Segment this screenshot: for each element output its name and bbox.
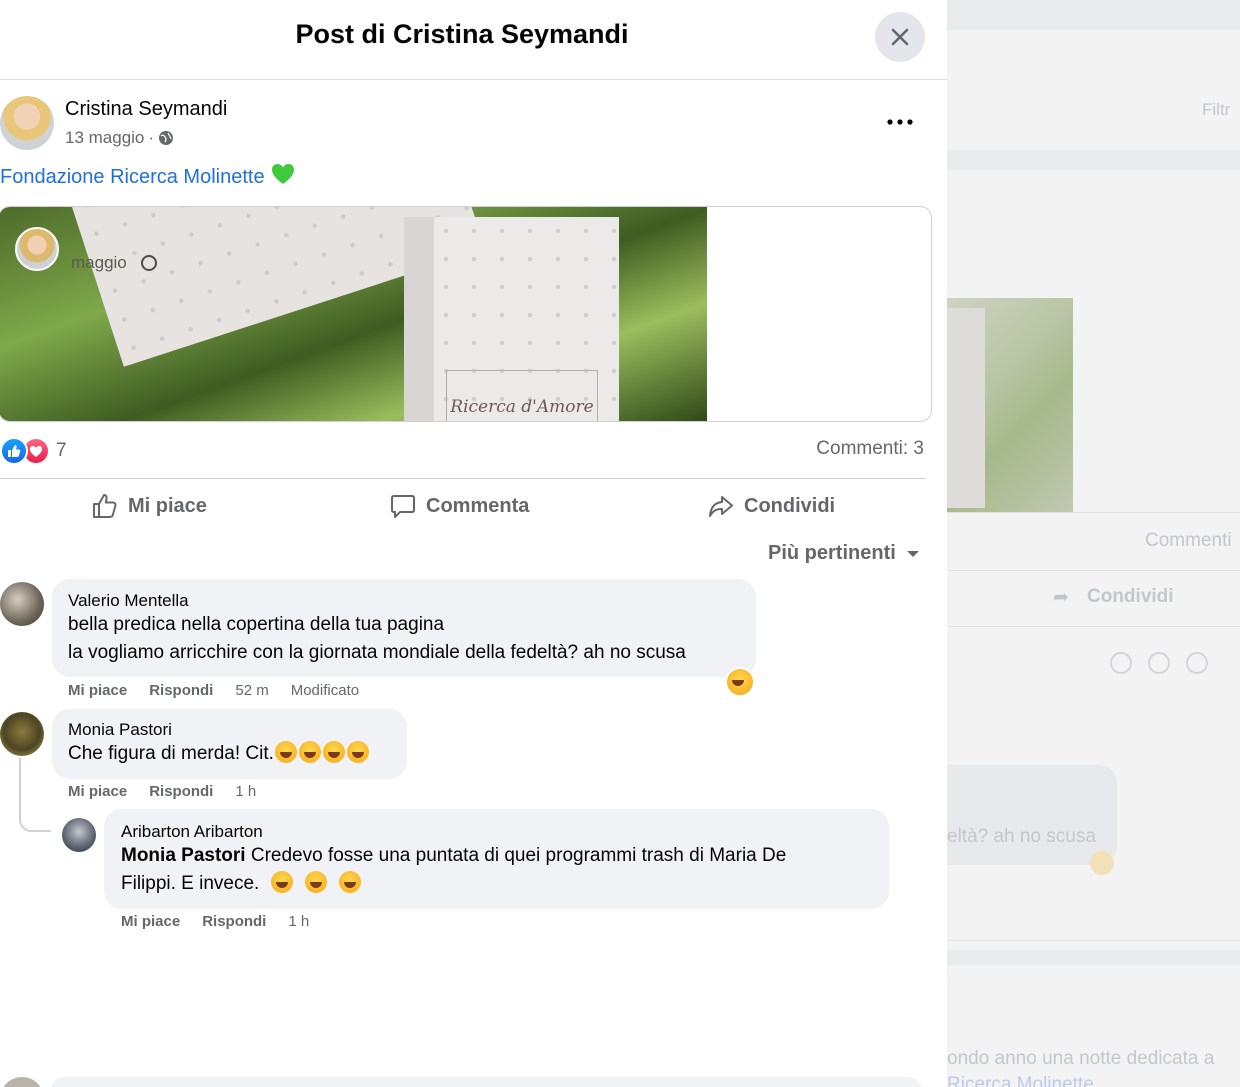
comment-sort-dropdown[interactable]: Più pertinenti [768,542,920,565]
like-button[interactable]: Mi piace [92,493,207,519]
reactions-summary[interactable]: 7 [0,437,67,465]
bg-comment-fragment: eltà? ah no scusa [947,826,1096,847]
post-modal: Post di Cristina Seymandi Cristina Seyma… [0,0,947,1087]
comment-like-link[interactable]: Mi piace [68,682,127,699]
background-feed: Filtr Commenti Condividi ➦ eltà? ah no s… [947,0,1240,1087]
comment-text-line: bella predica nella copertina della tua … [68,614,445,635]
close-icon [891,28,909,46]
comment-like-link[interactable]: Mi piace [68,783,127,800]
comment-edited-label: Modificato [290,682,360,699]
current-user-avatar [0,1077,44,1087]
bg-filter-text: Filtr [1202,100,1231,119]
bg-emoji [1090,851,1114,875]
more-icon [887,119,913,125]
reply-text-content: Filippi. E invece. [121,873,260,894]
shared-post-card[interactable]: Ricerca d'Amore maggio [0,206,932,422]
share-icon [709,496,733,517]
laughing-tears-emoji-icon [274,741,297,763]
bg-emoji-icon [1110,652,1132,674]
post-meta: 13 maggio · [65,128,174,148]
shared-meta: maggio [71,253,157,273]
bg-share-icon: ➦ [1053,587,1069,608]
comment-time[interactable]: 1 h [235,783,256,800]
like-button-label: Mi piace [128,494,207,517]
comments-count[interactable]: Commenti: 3 [816,438,924,460]
shared-post-photo[interactable]: Ricerca d'Amore maggio [0,207,707,421]
bg-card-top [947,30,1240,150]
comment-button[interactable]: Commenta [390,493,529,519]
comment-text-content: Che figura di merda! Cit. [68,743,274,764]
caret-down-icon [906,550,919,557]
bg-gif-icon [1186,652,1208,674]
comment-input-box[interactable] [50,1077,922,1087]
comment-button-label: Commenta [426,494,530,517]
bg-link-fragment: Ricerca Molinette [947,1074,1094,1087]
comment-icon [391,495,415,518]
commenter-name[interactable]: Aribarton Aribarton [121,822,263,842]
reply-time[interactable]: 1 h [288,913,309,930]
modal-header: Post di Cristina Seymandi [0,0,947,80]
post-date[interactable]: 13 maggio [65,128,144,148]
post-actions-bar: Mi piace Commenta Condividi [0,478,926,536]
post-text-link[interactable]: Fondazione Ricerca Molinette [0,166,265,189]
commenter-name[interactable]: Valerio Mentella [68,591,189,611]
comment-time[interactable]: 52 m [235,682,268,699]
bg-post-photo [947,298,1073,512]
thumbs-up-icon [93,494,117,518]
comment-reply-link[interactable]: Rispondi [149,682,213,699]
commenter-avatar[interactable] [62,818,96,852]
reply-thread-line [19,758,51,832]
commenter-name[interactable]: Monia Pastori [68,720,172,740]
mention-link[interactable]: Monia Pastori [121,845,246,866]
like-reaction-icon [0,437,28,465]
reply-actions: Mi piace Rispondi 1 h [121,913,331,930]
comment-text: Che figura di merda! Cit. [68,740,370,768]
author-avatar[interactable] [0,96,54,150]
green-heart-icon [271,163,295,191]
reply-text-line: Monia Pastori Credevo fosse una puntata … [121,842,786,870]
modal-title: Post di Cristina Seymandi [295,19,629,49]
reply-like-link[interactable]: Mi piace [121,913,180,930]
laughing-tears-emoji-icon [346,741,369,763]
share-button-label: Condividi [744,494,836,517]
reply-text-line: Filippi. E invece. [121,870,362,898]
sort-label: Più pertinenti [768,542,896,564]
comment-actions: Mi piace Rispondi 52 m Modificato [68,682,381,699]
grinning-emoji-icon [270,871,293,893]
photo-caption: Ricerca d'Amore [446,370,598,421]
bg-emoji-icon-2 [1148,652,1170,674]
bg-comment-bubble [947,765,1117,865]
bg-share-text: Condividi [1087,586,1174,607]
shared-date: maggio [71,253,127,272]
close-button[interactable] [875,12,925,62]
grinning-emoji-icon [304,871,327,893]
globe-icon [159,131,174,145]
comment-reply-link[interactable]: Rispondi [149,783,213,800]
globe-icon [140,255,157,271]
share-button[interactable]: Condividi [708,493,835,519]
grinning-emoji-icon [339,871,362,893]
author-name[interactable]: Cristina Seymandi [65,98,227,121]
laughing-tears-emoji-icon [322,741,345,763]
post-text: Fondazione Ricerca Molinette [0,163,295,191]
bg-post-fragment: ondo anno una notte dedicata a [947,1048,1215,1069]
comment-actions: Mi piace Rispondi 1 h [68,783,278,800]
more-options-button[interactable] [878,104,922,140]
reactions-count: 7 [56,440,67,461]
meta-separator: · [148,128,155,147]
comment-text-line: la vogliamo arricchire con la giornata m… [68,642,686,663]
laughing-emoji-reaction-icon[interactable] [725,667,755,697]
reply-reply-link[interactable]: Rispondi [202,913,266,930]
commenter-avatar[interactable] [0,582,44,626]
shared-author-avatar [15,227,59,271]
bg-comments-text: Commenti [1145,530,1232,551]
reply-text-content: Credevo fosse una puntata di quei progra… [245,845,787,866]
laughing-tears-emoji-icon [298,741,321,763]
commenter-avatar[interactable] [0,712,44,756]
